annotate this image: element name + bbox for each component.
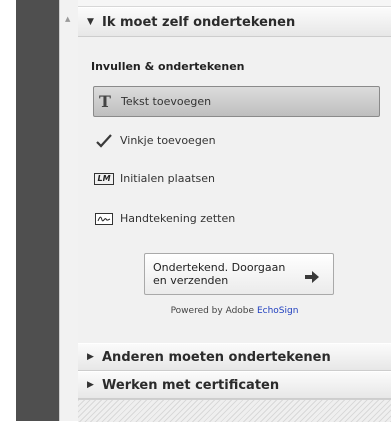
place-signature-label: Handtekening zetten — [120, 212, 236, 225]
signed-continue-send-button[interactable]: Ondertekend. Doorgaan en verzenden — [144, 253, 334, 295]
fill-and-sign-content: Invullen & ondertekenen T Tekst toevoege… — [78, 42, 391, 342]
powered-prefix: Powered by Adobe — [170, 306, 255, 316]
collapsed-triangle-icon: ▶ — [87, 352, 94, 362]
section-title: Werken met certificaten — [102, 377, 280, 393]
initials-LM-icon: LM — [93, 172, 115, 185]
powered-by-text: Powered by Adobe EchoSign — [78, 306, 391, 316]
echosign-brand: EchoSign — [256, 306, 299, 316]
collapsed-triangle-icon: ▶ — [87, 380, 94, 390]
section-header-others-sign[interactable]: ▶ Anderen moeten ondertekenen — [78, 343, 391, 371]
signature-icon — [93, 212, 115, 225]
checkmark-icon — [93, 133, 115, 148]
section-title: Ik moet zelf ondertekenen — [102, 14, 296, 30]
text-T-icon: T — [99, 92, 111, 111]
section-title: Anderen moeten ondertekenen — [102, 349, 331, 365]
add-checkmark-tool[interactable]: Vinkje toevoegen — [93, 126, 378, 155]
place-initials-tool[interactable]: LM Initialen plaatsen — [93, 164, 378, 193]
fill-sign-heading: Invullen & ondertekenen — [91, 60, 245, 73]
expanded-triangle-icon: ▼ — [87, 17, 94, 27]
scroll-up-arrow-icon[interactable]: ▲ — [65, 15, 70, 23]
section-header-certificates[interactable]: ▶ Werken met certificaten — [78, 371, 391, 399]
place-initials-label: Initialen plaatsen — [120, 172, 215, 185]
sign-panel: ▼ Ik moet zelf ondertekenen Invullen & o… — [78, 0, 391, 422]
add-text-tool[interactable]: T Tekst toevoegen — [93, 86, 380, 117]
arrow-right-icon — [305, 268, 319, 283]
send-button-label: Ondertekend. Doorgaan en verzenden — [153, 261, 286, 287]
left-pane-background — [16, 0, 59, 421]
panel-top-edge — [78, 0, 391, 7]
add-text-label: Tekst toevoegen — [121, 95, 212, 108]
panel-bottom-hatch — [78, 399, 391, 422]
vertical-scrollbar[interactable]: ▲ — [59, 0, 80, 421]
add-checkmark-label: Vinkje toevoegen — [120, 134, 216, 147]
place-signature-tool[interactable]: Handtekening zetten — [93, 204, 378, 233]
section-header-self-sign[interactable]: ▼ Ik moet zelf ondertekenen — [78, 7, 391, 37]
